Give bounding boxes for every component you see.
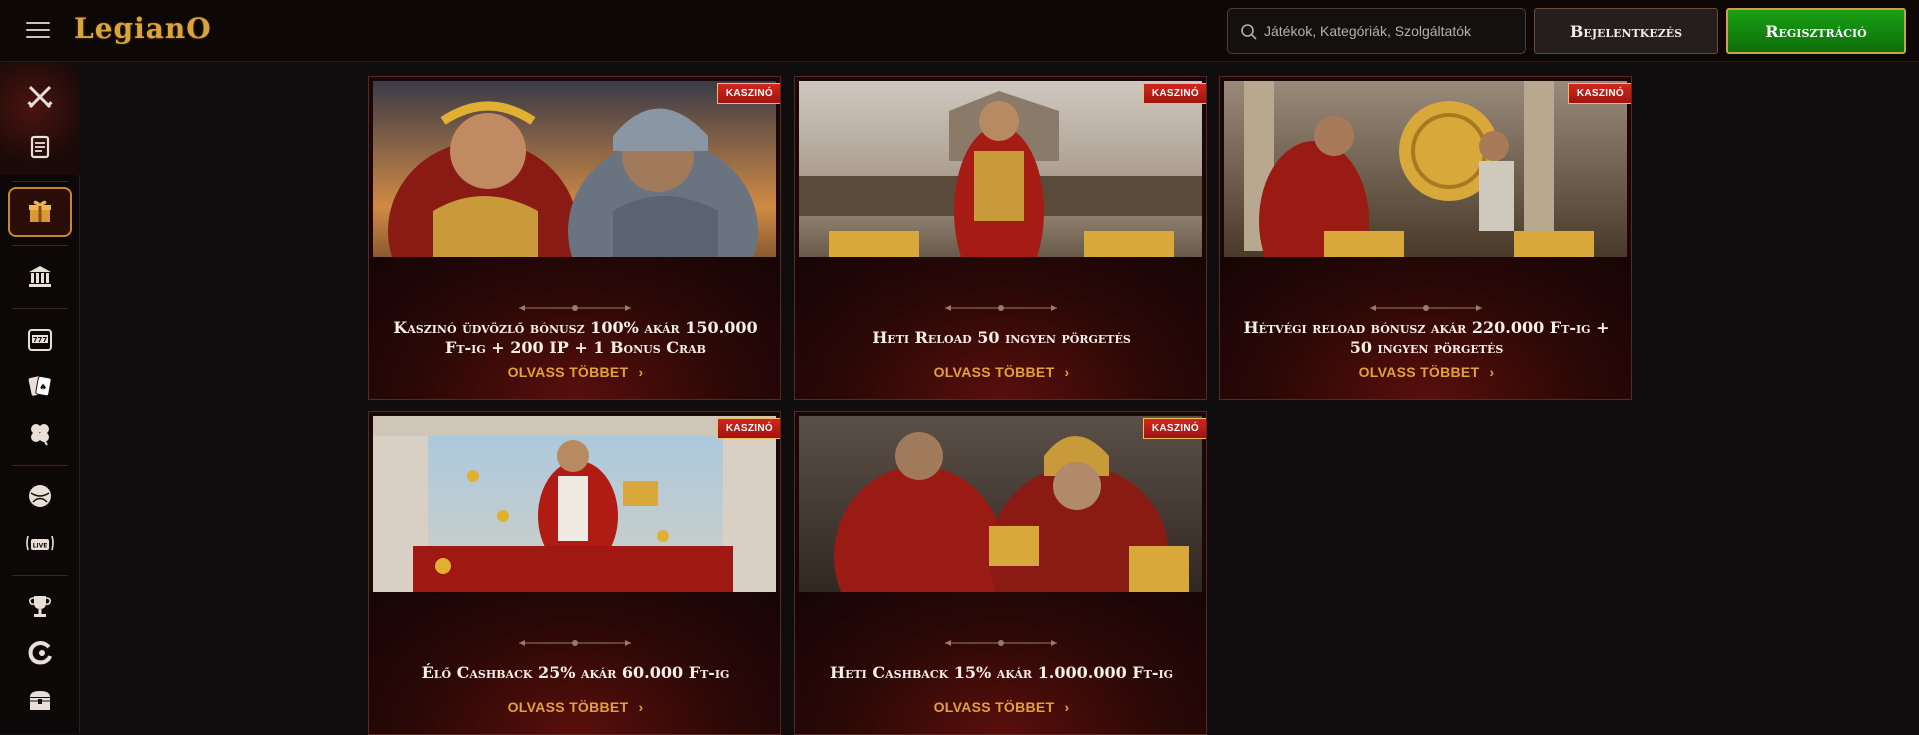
chevron-right-icon: ›	[638, 364, 644, 380]
chevron-right-icon: ›	[638, 699, 644, 715]
promo-card[interactable]: Heti Cashback 15% akár 1.000.000 Ft-ig O…	[794, 411, 1207, 735]
search-box[interactable]	[1227, 8, 1526, 54]
category-badge: KASZINÓ	[716, 418, 780, 439]
treasure-chest-icon[interactable]	[22, 682, 58, 718]
ornament-divider	[945, 305, 1057, 311]
promo-title: Élő Cashback 25% akár 60.000 Ft-ig	[421, 663, 730, 682]
sidebar-divider	[12, 465, 68, 466]
read-more-label: OLVASS TÖBBET	[507, 364, 629, 380]
playing-cards-icon[interactable]: ♠	[22, 368, 58, 404]
promo-title: Heti Cashback 15% akár 1.000.000 Ft-ig	[829, 663, 1174, 682]
top-header: LegianO Bejelentkezés Regisztráció	[0, 0, 1919, 62]
read-more-link[interactable]: OLVASS TÖBBET ›	[1220, 364, 1631, 380]
read-more-link[interactable]: OLVASS TÖBBET ›	[795, 364, 1206, 380]
promo-card[interactable]: Heti Reload 50 ingyen pörgetés OLVASS TÖ…	[794, 76, 1207, 400]
scroll-icon[interactable]	[22, 129, 58, 165]
promo-title: Hétvégi reload bónusz akár 220.000 Ft-ig…	[1243, 318, 1610, 357]
sidebar-divider	[12, 308, 68, 309]
ornament-divider	[945, 640, 1057, 646]
clover-icon[interactable]	[22, 415, 58, 451]
chevron-right-icon: ›	[1489, 364, 1495, 380]
read-more-link[interactable]: OLVASS TÖBBET ›	[795, 699, 1206, 715]
search-icon	[1241, 24, 1257, 40]
read-more-label: OLVASS TÖBBET	[1358, 364, 1480, 380]
bank-icon[interactable]	[22, 258, 58, 294]
register-button[interactable]: Regisztráció	[1726, 8, 1906, 54]
category-badge: KASZINÓ	[1142, 418, 1206, 439]
search-input[interactable]	[1264, 9, 1519, 53]
read-more-label: OLVASS TÖBBET	[933, 364, 1055, 380]
sports-ball-icon[interactable]	[22, 478, 58, 514]
promo-title: Heti Reload 50 ingyen pörgetés	[872, 328, 1131, 347]
category-badge: KASZINÓ	[716, 83, 780, 104]
trophy-icon[interactable]	[22, 588, 58, 624]
promo-card[interactable]: Hétvégi reload bónusz akár 220.000 Ft-ig…	[1219, 76, 1632, 400]
live-icon[interactable]: LIVE	[22, 525, 58, 561]
promo-card[interactable]: Kaszinó üdvözlő bónusz 100% akár 150.000…	[368, 76, 781, 400]
category-badge: KASZINÓ	[1567, 83, 1631, 104]
logo-c-icon[interactable]	[22, 635, 58, 671]
menu-icon[interactable]	[26, 20, 50, 40]
ornament-divider	[519, 305, 631, 311]
read-more-label: OLVASS TÖBBET	[933, 699, 1055, 715]
ornament-divider	[519, 640, 631, 646]
category-badge: KASZINÓ	[1142, 83, 1206, 104]
slot-machine-icon[interactable]: 777	[22, 321, 58, 357]
chevron-right-icon: ›	[1064, 364, 1070, 380]
sidebar: 777 ♠ LIVE	[0, 63, 80, 733]
login-button[interactable]: Bejelentkezés	[1534, 8, 1718, 54]
svg-text:LIVE: LIVE	[33, 543, 48, 550]
sidebar-divider	[12, 575, 68, 576]
read-more-label: OLVASS TÖBBET	[507, 699, 629, 715]
site-logo[interactable]: LegianO	[74, 12, 212, 45]
read-more-link[interactable]: OLVASS TÖBBET ›	[369, 699, 780, 715]
sidebar-divider	[12, 181, 68, 182]
svg-text:777: 777	[33, 336, 48, 344]
read-more-link[interactable]: OLVASS TÖBBET ›	[369, 364, 780, 380]
ornament-divider	[1370, 305, 1482, 311]
chevron-right-icon: ›	[1064, 699, 1070, 715]
promo-card[interactable]: Élő Cashback 25% akár 60.000 Ft-ig OLVAS…	[368, 411, 781, 735]
promo-title: Kaszinó üdvözlő bónusz 100% akár 150.000…	[393, 318, 758, 357]
sidebar-divider	[12, 245, 68, 246]
crossed-swords-icon[interactable]	[22, 79, 58, 115]
gift-icon[interactable]	[22, 194, 58, 230]
svg-text:♠: ♠	[39, 383, 47, 393]
